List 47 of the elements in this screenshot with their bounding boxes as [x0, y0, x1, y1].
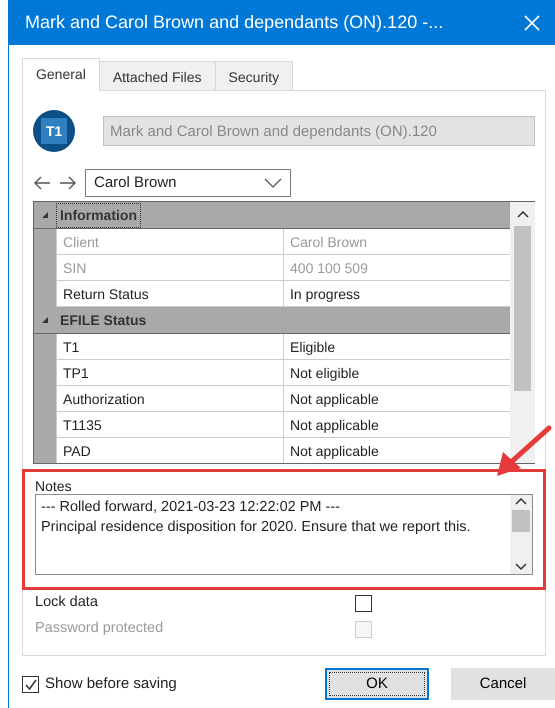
forward-arrow-icon[interactable] — [59, 175, 77, 191]
property-value: Not applicable — [283, 412, 510, 438]
scroll-thumb[interactable] — [512, 510, 530, 532]
person-dropdown[interactable]: Carol Brown — [85, 169, 291, 197]
scroll-up-icon[interactable] — [516, 211, 528, 219]
caret-icon — [264, 178, 282, 188]
property-label: TP1 — [56, 360, 283, 386]
back-arrow-icon[interactable] — [33, 175, 51, 191]
property-label: T1135 — [56, 412, 283, 438]
option-label: Lock data — [35, 593, 99, 612]
property-label: Authorization — [56, 386, 283, 412]
property-label: T1 — [56, 334, 283, 360]
section-title[interactable]: Information — [56, 202, 141, 228]
checkbox[interactable] — [22, 676, 39, 692]
property-value: Eligible — [283, 334, 510, 360]
property-value: 400 100 509 — [283, 255, 510, 281]
checkbox[interactable] — [355, 594, 372, 612]
window-title: Mark and Carol Brown and dependants (ON).120 -... — [25, 11, 444, 34]
property-label: SIN — [56, 255, 283, 281]
property-label: PAD — [56, 438, 283, 463]
property-label: Client — [56, 229, 283, 255]
tab[interactable]: Attached Files — [98, 61, 216, 90]
return-badge: T1 — [33, 110, 75, 152]
collapse-icon[interactable] — [41, 211, 49, 219]
property-value: Carol Brown — [283, 229, 510, 255]
tab[interactable]: General — [22, 58, 100, 91]
property-label: Return Status — [56, 281, 283, 307]
property-value: Not applicable — [283, 438, 510, 463]
checkbox-label: Show before saving — [45, 674, 177, 694]
scroll-thumb[interactable] — [514, 226, 531, 391]
cancel-button[interactable]: Cancel — [451, 668, 555, 700]
notes-field[interactable]: --- Rolled forward, 2021-03-23 12:22:02 PM --- Principal residence disposition for 2020. Ensure that we report this. — [35, 494, 533, 575]
scroll-down-icon[interactable] — [515, 562, 527, 571]
collapse-icon[interactable] — [41, 316, 49, 324]
option-label: Password protected — [35, 619, 164, 638]
property-value: Not applicable — [283, 386, 510, 412]
property-value: Not eligible — [283, 360, 510, 386]
close-icon[interactable] — [523, 14, 541, 32]
scroll-up-icon[interactable] — [515, 498, 527, 506]
check-icon — [24, 678, 38, 690]
scrollbar[interactable] — [510, 495, 532, 574]
property-value: In progress — [283, 281, 510, 307]
tab[interactable]: Security — [214, 61, 294, 90]
ok-button[interactable]: OK — [325, 668, 429, 700]
notes-label: Notes — [35, 477, 73, 494]
section-title[interactable]: EFILE Status — [56, 308, 150, 332]
scrollbar[interactable] — [510, 202, 535, 463]
